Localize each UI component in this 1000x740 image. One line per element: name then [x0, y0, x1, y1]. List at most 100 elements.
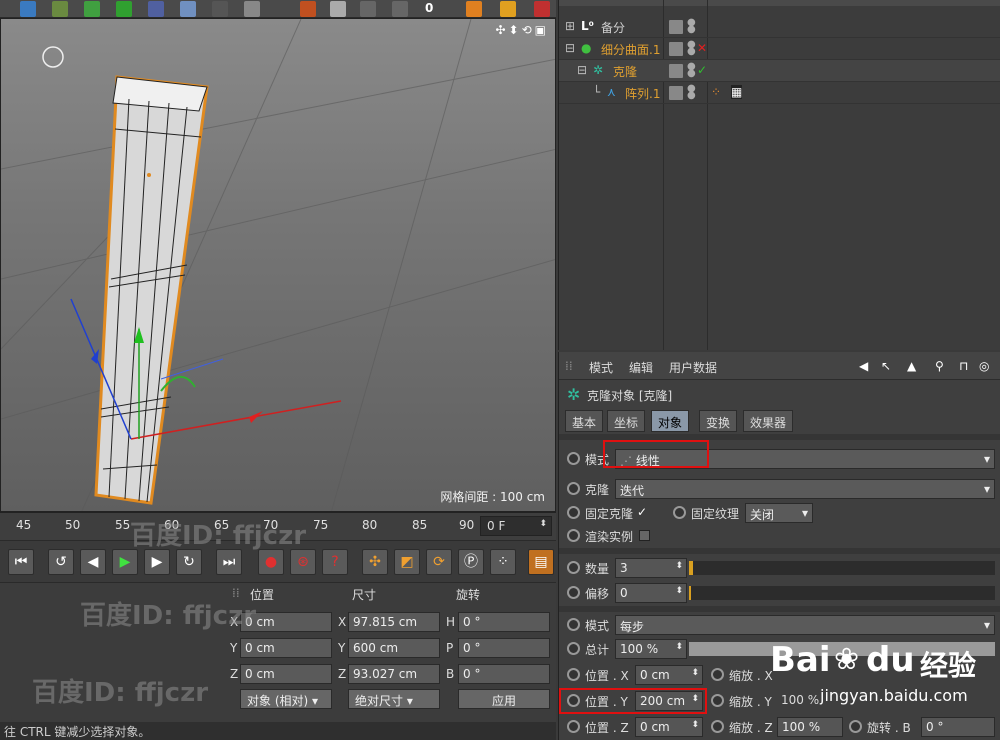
count-input[interactable]: 3 ⬍ [615, 558, 687, 578]
search-icon[interactable]: ⚲ [935, 359, 944, 373]
scale-y-radio[interactable] [711, 694, 724, 707]
next-frame-icon[interactable]: ▶ [144, 549, 170, 575]
tab-basic[interactable]: 基本 [565, 410, 604, 432]
offset-slider[interactable] [689, 586, 995, 600]
object-row[interactable]: ⊟ ● 细分曲面.1 ● ● ✕ [559, 38, 1000, 60]
size-x-field[interactable]: 97.815 cm [348, 612, 440, 632]
pos-z-field[interactable]: 0 cm [240, 664, 332, 684]
scale-x-radio[interactable] [711, 668, 724, 681]
param-key-icon[interactable]: Ⓟ [458, 549, 484, 575]
menu-user-data[interactable]: 用户数据 [669, 359, 717, 376]
plugin-icon[interactable] [466, 1, 482, 17]
visibility-dots[interactable]: ● ● [687, 40, 696, 57]
size-y-field[interactable]: 600 cm [348, 638, 440, 658]
target-icon[interactable]: ◎ [979, 359, 989, 373]
offset-input[interactable]: 0 ⬍ [615, 583, 687, 603]
size-mode-dropdown[interactable]: 绝对尺寸 ▾ [348, 689, 440, 709]
render-instance-checkbox[interactable] [639, 530, 650, 541]
mode-radio[interactable] [567, 452, 580, 465]
pos-x-input[interactable]: 0 cm ⬍ [635, 665, 703, 685]
total-radio[interactable] [567, 642, 580, 655]
cube-icon[interactable] [20, 1, 36, 17]
rot-p-field[interactable]: 0 ° [458, 638, 550, 658]
viewport-nav-icons[interactable]: ✣⬍⟲▣ [495, 23, 549, 37]
next-key-icon[interactable]: ↻ [176, 549, 202, 575]
edit-render-icon[interactable] [330, 1, 346, 17]
spline-icon[interactable] [52, 1, 68, 17]
count-radio[interactable] [567, 561, 580, 574]
step-mode-dropdown[interactable]: 每步 ▾ [615, 615, 995, 635]
count-slider[interactable] [689, 561, 995, 575]
axis-z-icon[interactable] [360, 1, 376, 17]
move-key-icon[interactable]: ✣ [362, 549, 388, 575]
disabled-icon[interactable]: ✕ [697, 41, 707, 55]
snap-icon[interactable] [392, 1, 408, 17]
layer-cell[interactable] [669, 20, 683, 34]
visibility-dots[interactable]: ● ● [687, 62, 696, 79]
record-icon[interactable]: ● [258, 549, 284, 575]
fixed-texture-dropdown[interactable]: 关闭 ▾ [745, 503, 813, 523]
tab-object[interactable]: 对象 [651, 410, 690, 432]
fixed-clone-radio[interactable] [567, 506, 580, 519]
layer-cell[interactable] [669, 86, 683, 100]
fixed-texture-radio[interactable] [673, 506, 686, 519]
enabled-check-icon[interactable]: ✓ [697, 63, 707, 77]
pos-x-radio[interactable] [567, 668, 580, 681]
current-frame-field[interactable]: 0 F ⬍ [480, 516, 552, 536]
back-arrow-icon[interactable]: ◀ [859, 359, 868, 373]
auto-key-icon[interactable]: ⊛ [290, 549, 316, 575]
array-icon[interactable] [116, 1, 132, 17]
rot-b-radio[interactable] [849, 720, 862, 733]
deformer-icon[interactable] [148, 1, 164, 17]
prev-key-icon[interactable]: ↺ [48, 549, 74, 575]
scale-z-radio[interactable] [711, 720, 724, 733]
go-start-icon[interactable]: ⏮ [8, 549, 34, 575]
size-z-field[interactable]: 93.027 cm [348, 664, 440, 684]
rot-h-field[interactable]: 0 ° [458, 612, 550, 632]
object-row-selected[interactable]: ⊟ ✲ 克隆 ● ● ✓ [559, 60, 1000, 82]
tag-icon[interactable]: ⁘ [711, 85, 721, 99]
clone-radio[interactable] [567, 482, 580, 495]
rotate-key-icon[interactable]: ⟳ [426, 549, 452, 575]
offset-radio[interactable] [567, 586, 580, 599]
3d-viewport[interactable]: ✣⬍⟲▣ 网格间距 : 100 cm [0, 18, 556, 512]
floor-icon[interactable] [180, 1, 196, 17]
download-icon[interactable] [534, 1, 550, 17]
go-end-icon[interactable]: ⏭ [216, 549, 242, 575]
pla-key-icon[interactable]: ⁘ [490, 549, 516, 575]
menu-edit[interactable]: 编辑 [629, 359, 653, 376]
clone-dropdown[interactable]: 迭代 ▾ [615, 479, 995, 499]
tab-coord[interactable]: 坐标 [607, 410, 646, 432]
prev-frame-icon[interactable]: ◀ [80, 549, 106, 575]
visibility-dots[interactable]: ● ● [687, 84, 696, 101]
coord-mode-dropdown[interactable]: 对象 (相对) ▾ [240, 689, 332, 709]
scale-z-input[interactable]: 100 % [777, 717, 843, 737]
rot-b-field[interactable]: 0 ° [458, 664, 550, 684]
keyframe-help-icon[interactable]: ? [322, 549, 348, 575]
object-row[interactable]: └ ⋏ 阵列.1 ● ● ⁘ ▦ [559, 82, 1000, 104]
rot-b-input[interactable]: 0 ° [921, 717, 995, 737]
light-icon[interactable] [244, 1, 260, 17]
lock-icon[interactable]: ⊓ [959, 359, 968, 373]
render-icon[interactable] [300, 1, 316, 17]
fixed-clone-checkbox[interactable]: ✓ [637, 505, 647, 519]
object-row[interactable]: ⊞ L⁰ 备分 ● ● [559, 16, 1000, 38]
film-icon[interactable]: ▤ [528, 549, 554, 575]
apply-button[interactable]: 应用 [458, 689, 550, 709]
pos-y-field[interactable]: 0 cm [240, 638, 332, 658]
tab-effectors[interactable]: 效果器 [743, 410, 794, 432]
script-icon[interactable] [500, 1, 516, 17]
tab-transform[interactable]: 变换 [699, 410, 738, 432]
pos-z-radio[interactable] [567, 720, 580, 733]
menu-mode[interactable]: 模式 [589, 359, 613, 376]
render-instance-radio[interactable] [567, 529, 580, 542]
layer-cell[interactable] [669, 42, 683, 56]
visibility-dots[interactable]: ● ● [687, 18, 696, 35]
pos-z-input[interactable]: 0 cm ⬍ [635, 717, 703, 737]
nurbs-icon[interactable] [84, 1, 100, 17]
checker-material-icon[interactable]: ▦ [731, 85, 743, 99]
camera-icon[interactable] [212, 1, 228, 17]
step-mode-radio[interactable] [567, 618, 580, 631]
play-icon[interactable]: ▶ [112, 549, 138, 575]
scale-key-icon[interactable]: ◩ [394, 549, 420, 575]
